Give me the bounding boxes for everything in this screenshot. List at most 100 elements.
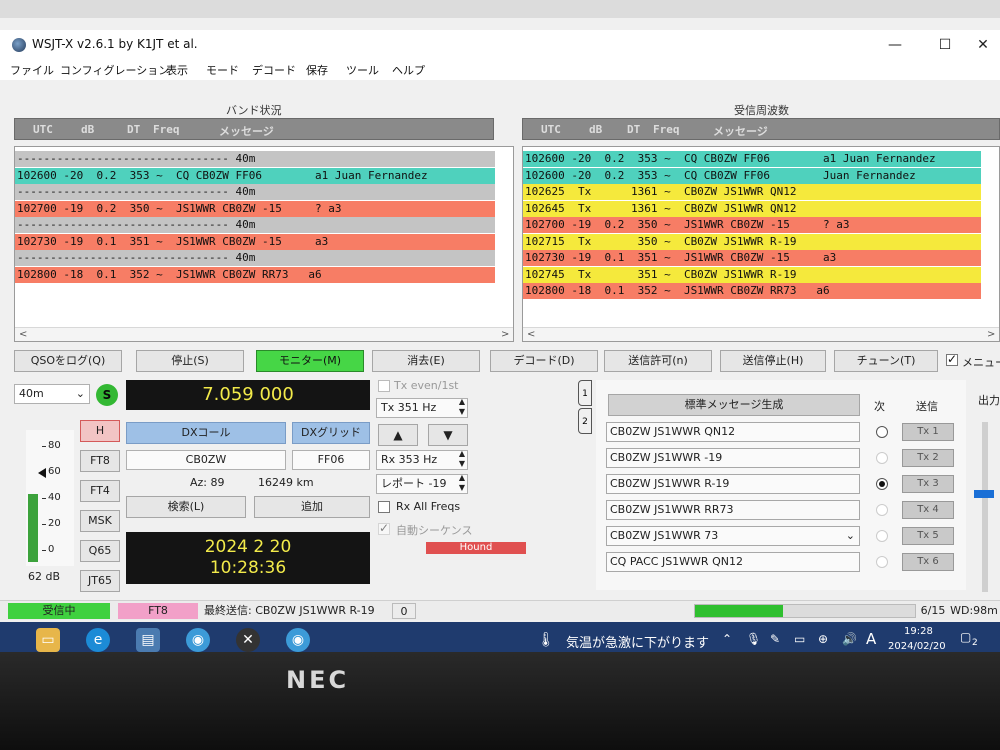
decode-row[interactable]: 102600 -20 0.2 353 ~ CQ CB0ZW FF06 a1 Ju… [15, 167, 495, 184]
lookup-button[interactable]: 検索(L) [126, 496, 246, 518]
tray-chevron-up-icon[interactable]: ⌃ [722, 632, 732, 646]
decode-row[interactable]: 102600 -20 0.2 353 ~ CQ CB0ZW FF06 a1 Ju… [523, 151, 981, 167]
scroll-right-icon[interactable]: > [501, 328, 509, 341]
rx-freq-spinbox[interactable]: Rx 353 Hz ▲ ▼ [376, 450, 468, 470]
decode-row[interactable]: 102625 Tx 1361 ~ CB0ZW JS1WWR QN12 [523, 184, 981, 200]
enable-tx-button[interactable]: 送信許可(n) [604, 350, 712, 372]
output-power-slider[interactable] [982, 422, 988, 592]
spin-arrows-icon[interactable]: ▲ ▼ [459, 451, 465, 469]
decode-row[interactable]: 102700 -19 0.2 350 ~ JS1WWR CB0ZW -15 ? … [523, 217, 981, 233]
notification-icon[interactable]: ▢ [960, 630, 971, 644]
tx2-message-input[interactable]: CB0ZW JS1WWR -19 [606, 448, 860, 468]
x-app-icon[interactable]: ✕ [236, 628, 260, 652]
menu-save[interactable]: 保存 [306, 62, 328, 78]
dx-call-button[interactable]: DXコール [126, 422, 286, 444]
pen-icon[interactable]: ✎ [770, 632, 780, 646]
scroll-left-icon[interactable]: < [527, 328, 535, 341]
browser-icon[interactable]: ◉ [286, 628, 310, 652]
tx-down-button[interactable]: ▼ [428, 424, 468, 446]
ime-indicator[interactable]: A [866, 630, 876, 648]
close-button[interactable]: ✕ [968, 34, 998, 56]
menu-help[interactable]: ヘルプ [392, 62, 425, 78]
dx-grid-input[interactable]: FF06 [292, 450, 370, 470]
decode-row[interactable]: 102600 -20 0.2 353 ~ CQ CB0ZW FF06 Juan … [523, 167, 981, 184]
report-spinbox[interactable]: レポート -19 ▲ ▼ [376, 474, 468, 494]
wsjtx-taskbar-icon[interactable]: ▤ [136, 628, 160, 652]
tx5-next-radio[interactable] [876, 530, 888, 542]
mode-button-h[interactable]: H [80, 420, 120, 442]
mode-button-ft8[interactable]: FT8 [80, 450, 120, 472]
tray-date[interactable]: 2024/02/20 [888, 641, 946, 652]
tx2-button[interactable]: Tx 2 [902, 449, 954, 467]
decode-row[interactable]: 102715 Tx 350 ~ CB0ZW JS1WWR R-19 [523, 233, 981, 250]
decode-row[interactable]: 102745 Tx 351 ~ CB0ZW JS1WWR R-19 [523, 266, 981, 283]
horizontal-scrollbar[interactable]: < > [523, 327, 999, 341]
erase-button[interactable]: 消去(E) [372, 350, 480, 372]
menu-view[interactable]: 表示 [166, 62, 188, 78]
tx1-next-radio[interactable] [876, 426, 888, 438]
menus-checkbox[interactable] [946, 352, 958, 366]
volume-icon[interactable]: 🔊 [842, 632, 857, 646]
menu-configuration[interactable]: コンフィグレーション [60, 62, 169, 78]
tx6-next-radio[interactable] [876, 556, 888, 568]
tx3-next-radio[interactable] [876, 478, 888, 490]
tx4-next-radio[interactable] [876, 504, 888, 516]
menu-decode[interactable]: デコード [252, 62, 296, 78]
dx-call-input[interactable]: CB0ZW [126, 450, 286, 470]
decode-row[interactable]: -------------------------------- 40m [15, 184, 495, 200]
spin-arrows-icon[interactable]: ▲ ▼ [459, 399, 465, 417]
tx6-message-input[interactable]: CQ PACC JS1WWR QN12 [606, 552, 860, 572]
decode-row[interactable]: 102800 -18 0.1 352 ~ JS1WWR CB0ZW RR73 a… [15, 266, 495, 283]
tx3-button[interactable]: Tx 3 [902, 475, 954, 493]
microphone-icon[interactable]: 🎙 [746, 632, 761, 646]
stop-button[interactable]: 停止(S) [136, 350, 244, 372]
menu-tools[interactable]: ツール [346, 62, 379, 78]
menu-mode[interactable]: モード [206, 62, 239, 78]
minimize-button[interactable]: — [880, 34, 910, 56]
battery-icon[interactable]: ▭ [794, 632, 805, 646]
file-explorer-icon[interactable]: ▭ [36, 628, 60, 652]
auto-seq-checkbox[interactable] [378, 521, 390, 535]
tray-time[interactable]: 19:28 [904, 626, 933, 637]
tx-freq-spinbox[interactable]: Tx 351 Hz ▲ ▼ [376, 398, 468, 418]
tx5-button[interactable]: Tx 5 [902, 527, 954, 545]
tx2-next-radio[interactable] [876, 452, 888, 464]
rx-all-freqs-checkbox[interactable] [378, 501, 390, 513]
tx3-message-input[interactable]: CB0ZW JS1WWR R-19 [606, 474, 860, 494]
generate-std-messages-button[interactable]: 標準メッセージ生成 [608, 394, 860, 416]
message-tab-1[interactable]: 1 [578, 380, 592, 406]
tx6-button[interactable]: Tx 6 [902, 553, 954, 571]
decode-button[interactable]: デコード(D) [490, 350, 598, 372]
decode-row[interactable]: 102730 -19 0.1 351 ~ JS1WWR CB0ZW -15 a3 [15, 233, 495, 250]
scroll-left-icon[interactable]: < [19, 328, 27, 341]
mode-button-ft4[interactable]: FT4 [80, 480, 120, 502]
monitor-button[interactable]: モニター(M) [256, 350, 364, 372]
decode-row[interactable]: 102700 -19 0.2 350 ~ JS1WWR CB0ZW -15 ? … [15, 200, 495, 217]
message-tab-2[interactable]: 2 [578, 408, 592, 434]
menu-file[interactable]: ファイル [10, 62, 54, 78]
tune-button[interactable]: チューン(T) [834, 350, 938, 372]
decode-row[interactable]: 102645 Tx 1361 ~ CB0ZW JS1WWR QN12 [523, 200, 981, 217]
dx-grid-button[interactable]: DXグリッド [292, 422, 370, 444]
tx-up-button[interactable]: ▲ [378, 424, 418, 446]
log-qso-button[interactable]: QSOをログ(Q) [14, 350, 122, 372]
tx-even-checkbox[interactable] [378, 380, 390, 392]
decode-row[interactable]: -------------------------------- 40m [15, 217, 495, 233]
decode-row[interactable]: 102730 -19 0.1 351 ~ JS1WWR CB0ZW -15 a3 [523, 250, 981, 266]
scroll-right-icon[interactable]: > [987, 328, 995, 341]
mode-button-msk[interactable]: MSK [80, 510, 120, 532]
edge-icon[interactable]: e [86, 628, 110, 652]
rx-frequency-pane[interactable]: < > 102600 -20 0.2 353 ~ CQ CB0ZW FF06 a… [522, 146, 1000, 342]
tx5-message-select[interactable]: CB0ZW JS1WWR 73 ⌄ [606, 526, 860, 546]
network-icon[interactable]: ⊕ [818, 632, 828, 646]
horizontal-scrollbar[interactable]: < > [15, 327, 513, 341]
tx1-button[interactable]: Tx 1 [902, 423, 954, 441]
halt-tx-button[interactable]: 送信停止(H) [720, 350, 826, 372]
tx4-button[interactable]: Tx 4 [902, 501, 954, 519]
weather-text[interactable]: 気温が急激に下がります [566, 632, 709, 651]
add-button[interactable]: 追加 [254, 496, 370, 518]
thermometer-icon[interactable]: 🌡 [534, 628, 558, 652]
decode-row[interactable]: -------------------------------- 40m [15, 151, 495, 167]
tx4-message-input[interactable]: CB0ZW JS1WWR RR73 [606, 500, 860, 520]
mode-button-jt65[interactable]: JT65 [80, 570, 120, 592]
